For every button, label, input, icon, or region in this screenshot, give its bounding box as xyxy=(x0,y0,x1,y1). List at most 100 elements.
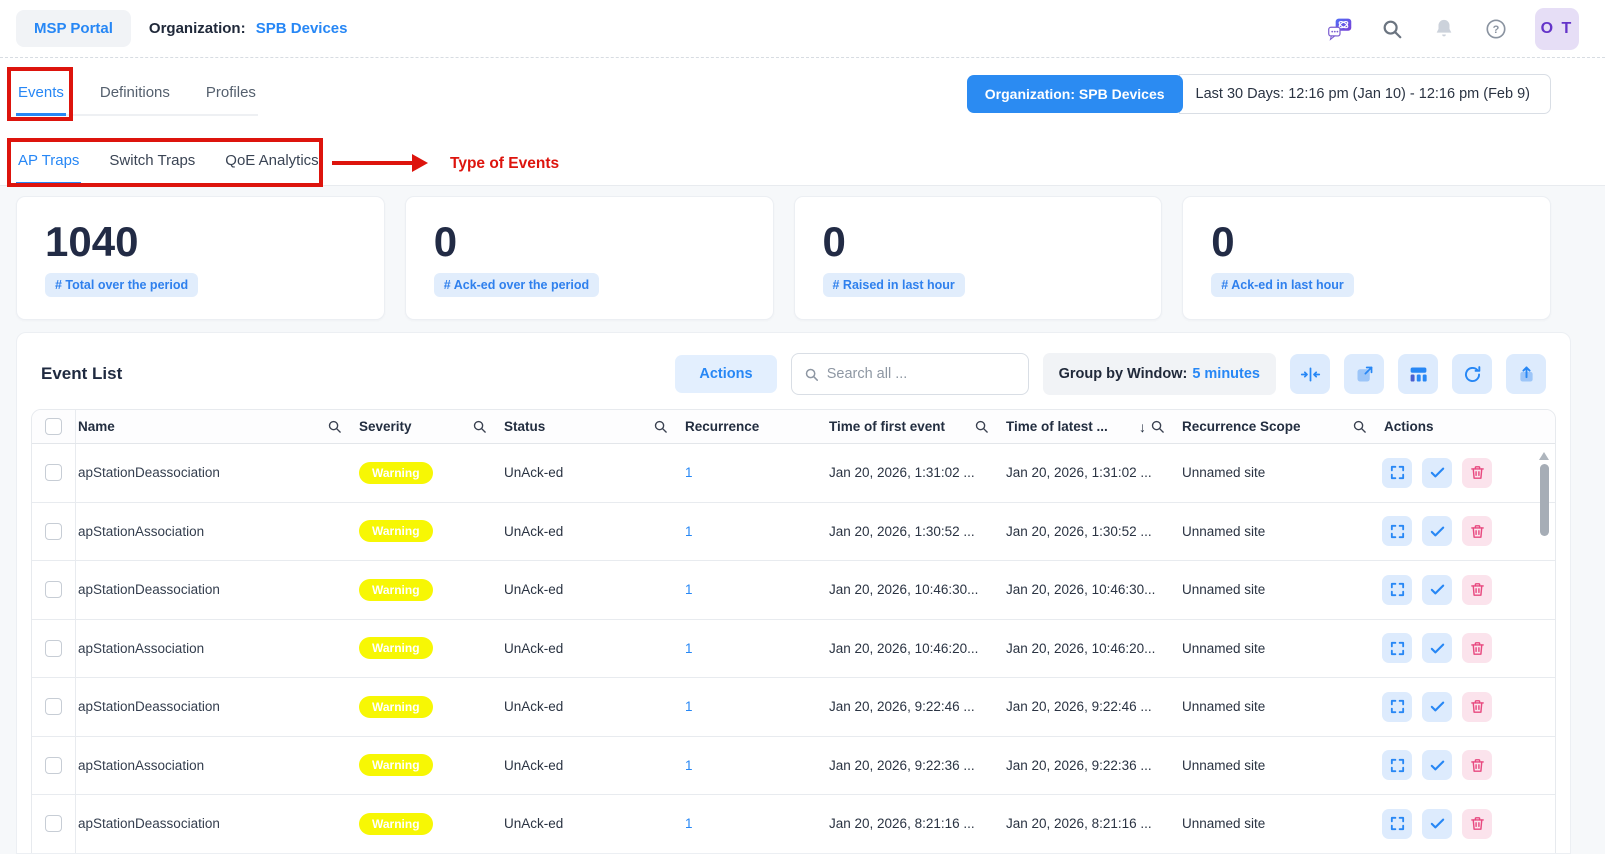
open-external-icon[interactable] xyxy=(1344,354,1384,394)
delete-trash-icon[interactable] xyxy=(1462,633,1492,663)
row-checkbox[interactable] xyxy=(45,523,62,540)
table-row[interactable]: apStationDeassociation Warning UnAck-ed … xyxy=(32,678,1555,737)
event-type-tab-bar: AP Traps Switch Traps QoE Analytics xyxy=(0,130,1605,186)
delete-trash-icon[interactable] xyxy=(1462,575,1492,605)
expand-event-icon[interactable] xyxy=(1382,458,1412,488)
delete-trash-icon[interactable] xyxy=(1462,516,1492,546)
row-checkbox[interactable] xyxy=(45,757,62,774)
time-latest-cell: Jan 20, 2026, 9:22:46 ... xyxy=(1004,699,1180,714)
table-row[interactable]: apStationDeassociation Warning UnAck-ed … xyxy=(32,444,1555,503)
select-all-checkbox[interactable] xyxy=(45,418,62,435)
help-icon[interactable]: ? xyxy=(1483,16,1509,42)
row-checkbox[interactable] xyxy=(45,815,62,832)
recurrence-link[interactable]: 1 xyxy=(685,758,693,773)
delete-trash-icon[interactable] xyxy=(1462,750,1492,780)
table-row[interactable]: apStationAssociation Warning UnAck-ed 1 … xyxy=(32,503,1555,562)
expand-event-icon[interactable] xyxy=(1382,633,1412,663)
recurrence-scope-cell: Unnamed site xyxy=(1180,758,1382,773)
acknowledge-check-icon[interactable] xyxy=(1422,458,1452,488)
row-checkbox[interactable] xyxy=(45,640,62,657)
time-latest-cell: Jan 20, 2026, 10:46:20... xyxy=(1004,641,1180,656)
delete-trash-icon[interactable] xyxy=(1462,809,1492,839)
subtab-switch-traps[interactable]: Switch Traps xyxy=(107,142,197,185)
expand-event-icon[interactable] xyxy=(1382,809,1412,839)
name-column-search-icon[interactable] xyxy=(325,418,343,436)
scrollbar-thumb[interactable] xyxy=(1540,464,1549,536)
latest-event-column-search-icon[interactable] xyxy=(1148,418,1166,436)
table-scrollbar[interactable] xyxy=(1538,452,1550,854)
actions-button[interactable]: Actions xyxy=(675,355,776,393)
row-checkbox[interactable] xyxy=(45,464,62,481)
expand-event-icon[interactable] xyxy=(1382,516,1412,546)
delete-trash-icon[interactable] xyxy=(1462,458,1492,488)
primary-tab-bar: Events Definitions Profiles Organization… xyxy=(0,58,1605,130)
acknowledge-check-icon[interactable] xyxy=(1422,692,1452,722)
tab-profiles[interactable]: Profiles xyxy=(204,76,258,116)
time-first-cell: Jan 20, 2026, 9:22:36 ... xyxy=(827,758,1004,773)
row-checkbox[interactable] xyxy=(45,698,62,715)
event-name-cell: apStationDeassociation xyxy=(76,465,357,480)
time-first-cell: Jan 20, 2026, 9:22:46 ... xyxy=(827,699,1004,714)
acknowledge-check-icon[interactable] xyxy=(1422,750,1452,780)
table-row[interactable]: apStationDeassociation Warning UnAck-ed … xyxy=(32,795,1555,854)
subtab-ap-traps[interactable]: AP Traps xyxy=(16,142,81,185)
stat-card: 0 # Ack-ed over the period xyxy=(405,196,774,320)
status-column-search-icon[interactable] xyxy=(651,418,669,436)
assistant-chat-icon[interactable] xyxy=(1327,16,1353,42)
stat-value: 0 xyxy=(434,219,745,265)
stat-label-badge: # Ack-ed over the period xyxy=(434,273,599,297)
group-by-window-button[interactable]: Group by Window: 5 minutes xyxy=(1043,353,1276,395)
user-avatar[interactable]: O T xyxy=(1535,8,1579,50)
recurrence-link[interactable]: 1 xyxy=(685,816,693,831)
row-checkbox[interactable] xyxy=(45,581,62,598)
acknowledge-check-icon[interactable] xyxy=(1422,516,1452,546)
date-range-picker[interactable]: Last 30 Days: 12:16 pm (Jan 10) - 12:16 … xyxy=(1179,74,1551,114)
expand-event-icon[interactable] xyxy=(1382,692,1412,722)
recurrence-scope-cell: Unnamed site xyxy=(1180,524,1382,539)
event-name-cell: apStationAssociation xyxy=(76,641,357,656)
recurrence-link[interactable]: 1 xyxy=(685,465,693,480)
stat-card: 0 # Raised in last hour xyxy=(794,196,1163,320)
time-latest-cell: Jan 20, 2026, 1:30:52 ... xyxy=(1004,524,1180,539)
subtab-qoe-analytics[interactable]: QoE Analytics xyxy=(223,142,320,185)
table-row[interactable]: apStationDeassociation Warning UnAck-ed … xyxy=(32,561,1555,620)
organization-link[interactable]: SPB Devices xyxy=(256,20,348,37)
columns-icon[interactable] xyxy=(1398,354,1438,394)
acknowledge-check-icon[interactable] xyxy=(1422,575,1452,605)
organization-scope-button[interactable]: Organization: SPB Devices xyxy=(967,75,1183,113)
acknowledge-check-icon[interactable] xyxy=(1422,633,1452,663)
tab-events[interactable]: Events xyxy=(16,76,66,116)
export-icon[interactable] xyxy=(1506,354,1546,394)
table-row[interactable]: apStationAssociation Warning UnAck-ed 1 … xyxy=(32,620,1555,679)
table-row[interactable]: apStationAssociation Warning UnAck-ed 1 … xyxy=(32,737,1555,796)
expand-event-icon[interactable] xyxy=(1382,750,1412,780)
recurrence-link[interactable]: 1 xyxy=(685,582,693,597)
scrollbar-up-arrow[interactable] xyxy=(1539,452,1549,460)
msp-portal-button[interactable]: MSP Portal xyxy=(16,10,131,47)
recurrence-link[interactable]: 1 xyxy=(685,524,693,539)
tab-definitions[interactable]: Definitions xyxy=(98,76,172,116)
stat-label-badge: # Ack-ed in last hour xyxy=(1211,273,1353,297)
scope-column-search-icon[interactable] xyxy=(1350,418,1368,436)
notifications-bell-icon[interactable] xyxy=(1431,16,1457,42)
search-all-input[interactable] xyxy=(827,366,1016,382)
sort-desc-icon[interactable]: ↓ xyxy=(1139,419,1146,435)
status-cell: UnAck-ed xyxy=(502,524,683,539)
first-event-column-search-icon[interactable] xyxy=(972,418,990,436)
severity-column-search-icon[interactable] xyxy=(470,418,488,436)
recurrence-link[interactable]: 1 xyxy=(685,699,693,714)
compress-icon[interactable] xyxy=(1290,354,1330,394)
stat-label-badge: # Raised in last hour xyxy=(823,273,965,297)
recurrence-link[interactable]: 1 xyxy=(685,641,693,656)
delete-trash-icon[interactable] xyxy=(1462,692,1492,722)
time-first-cell: Jan 20, 2026, 8:21:16 ... xyxy=(827,816,1004,831)
refresh-icon[interactable] xyxy=(1452,354,1492,394)
search-all-box[interactable] xyxy=(791,353,1029,395)
event-table: Name Severity Status Recurrence Time of … xyxy=(31,409,1556,854)
acknowledge-check-icon[interactable] xyxy=(1422,809,1452,839)
expand-event-icon[interactable] xyxy=(1382,575,1412,605)
recurrence-scope-cell: Unnamed site xyxy=(1180,582,1382,597)
severity-badge: Warning xyxy=(359,637,433,659)
event-name-cell: apStationAssociation xyxy=(76,758,357,773)
search-icon[interactable] xyxy=(1379,16,1405,42)
